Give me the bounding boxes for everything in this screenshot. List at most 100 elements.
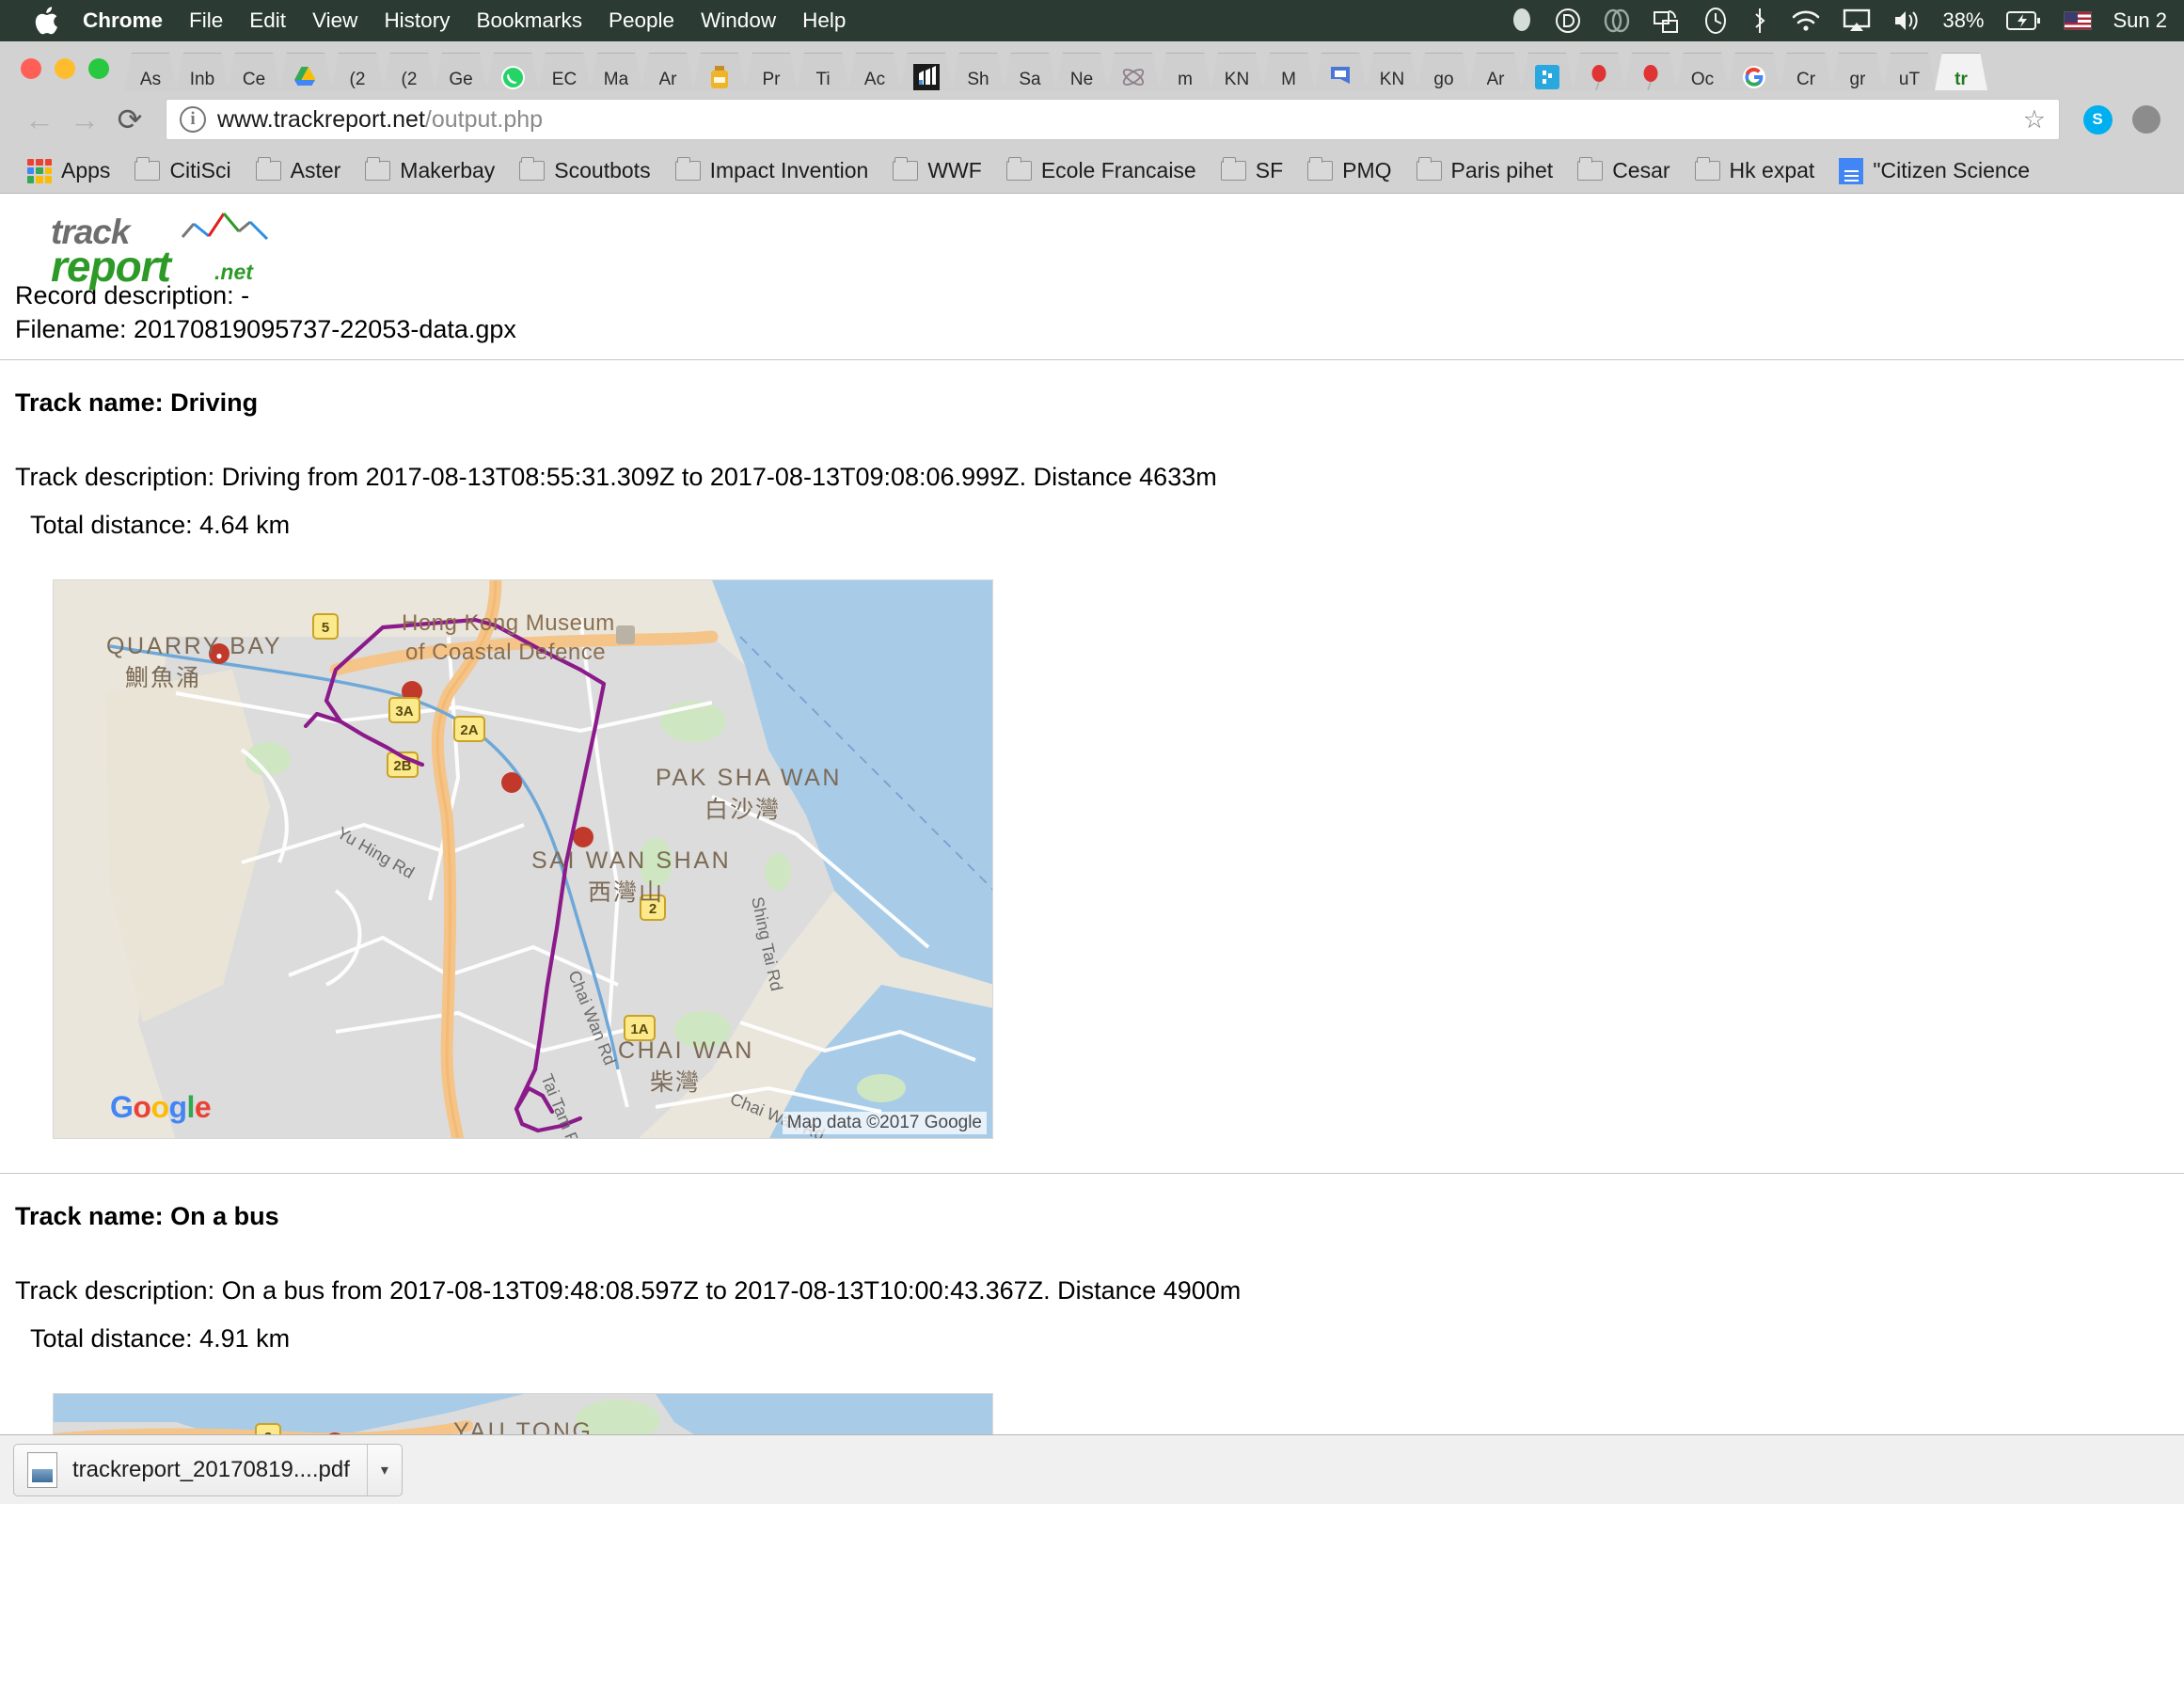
bookmark-makerbay[interactable]: Makerbay [353, 152, 507, 190]
bookmark-impact-invention[interactable]: Impact Invention [663, 152, 881, 190]
browser-tab-23[interactable] [1314, 53, 1367, 90]
browser-tab-19[interactable] [1107, 53, 1160, 90]
browser-tab-sh[interactable]: Sh [952, 53, 1005, 90]
apple-logo-icon[interactable] [34, 7, 58, 35]
track-total-distance-2: Total distance: 4.91 km [15, 1305, 2184, 1353]
menu-item-file[interactable]: File [189, 8, 223, 33]
browser-tab-inb[interactable]: Inb [176, 53, 229, 90]
bookmark-star-icon[interactable]: ☆ [2023, 105, 2046, 134]
menu-item-bookmarks[interactable]: Bookmarks [476, 8, 582, 33]
bookmark-pmq[interactable]: PMQ [1295, 152, 1403, 190]
battery-icon[interactable] [2006, 9, 2042, 32]
browser-tab-go[interactable]: go [1417, 53, 1470, 90]
forward-button[interactable]: → [62, 97, 107, 142]
browser-tab-3[interactable] [279, 53, 332, 90]
profile-avatar[interactable] [2126, 99, 2167, 140]
reload-button[interactable]: ⟳ [107, 97, 152, 142]
download-menu-caret-icon[interactable]: ▾ [367, 1445, 402, 1495]
address-bar[interactable]: i www.trackreport.net /output.php ☆ [166, 99, 2060, 140]
browser-tab-ac[interactable]: Ac [848, 53, 901, 90]
bookmark-cesar[interactable]: Cesar [1565, 152, 1682, 190]
browser-tab-m[interactable]: M [1262, 53, 1315, 90]
browser-tab-ma[interactable]: Ma [590, 53, 642, 90]
bluetooth-icon[interactable] [1750, 7, 1769, 35]
menu-item-window[interactable]: Window [701, 8, 776, 33]
screen-share-icon[interactable] [1653, 7, 1681, 35]
bookmark-scoutbots[interactable]: Scoutbots [507, 152, 662, 190]
creative-cloud-icon[interactable] [1603, 8, 1631, 34]
browser-tab-pr[interactable]: Pr [745, 53, 798, 90]
browser-tab-ce[interactable]: Ce [228, 53, 280, 90]
us-flag-icon[interactable] [2064, 11, 2092, 30]
blob-icon[interactable] [1511, 7, 1533, 35]
download-item[interactable]: trackreport_20170819....pdf ▾ [13, 1444, 403, 1496]
bookmark-ecole-francaise[interactable]: Ecole Francaise [994, 152, 1209, 190]
browser-tab-7[interactable] [486, 53, 539, 90]
browser-tab-ut[interactable]: uT [1883, 53, 1936, 90]
bookmark-aster[interactable]: Aster [244, 152, 354, 190]
browser-tab-ti[interactable]: Ti [797, 53, 849, 90]
browser-tab-31[interactable] [1728, 53, 1780, 90]
browser-tab-m[interactable]: m [1159, 53, 1211, 90]
tab-label: go [1433, 70, 1453, 89]
minimize-window-button[interactable] [55, 58, 75, 79]
browser-tab-ec[interactable]: EC [538, 53, 591, 90]
browser-tab-28[interactable] [1573, 53, 1625, 90]
clock-label[interactable]: Sun 2 [2113, 8, 2168, 33]
tab-strip: AsInbCe(2(2GeECMaArPrTiAcShSaNemKNMKNgoA… [0, 41, 2184, 90]
browser-tab-oc[interactable]: Oc [1676, 53, 1729, 90]
browser-tab-ge[interactable]: Ge [435, 53, 487, 90]
menu-item-chrome[interactable]: Chrome [83, 8, 163, 33]
bookmark-hk-expat[interactable]: Hk expat [1683, 152, 1828, 190]
bookmark-wwf[interactable]: WWF [880, 152, 993, 190]
bookmark-label: Cesar [1612, 158, 1670, 183]
dashlane-icon[interactable] [1555, 8, 1581, 34]
zoom-window-button[interactable] [88, 58, 109, 79]
browser-tab-ne[interactable]: Ne [1055, 53, 1108, 90]
browser-tab-ar[interactable]: Ar [1469, 53, 1522, 90]
browser-tab-27[interactable] [1521, 53, 1574, 90]
menu-item-view[interactable]: View [312, 8, 357, 33]
browser-tab-29[interactable] [1624, 53, 1677, 90]
menu-item-help[interactable]: Help [802, 8, 846, 33]
bookmark-apps[interactable]: Apps [15, 152, 122, 190]
bookmark-label: PMQ [1342, 158, 1391, 183]
menu-item-history[interactable]: History [384, 8, 450, 33]
browser-tab-tr[interactable]: tr [1935, 53, 1987, 90]
browser-tab-as[interactable]: As [124, 53, 177, 90]
browser-tab-cr[interactable]: Cr [1780, 53, 1832, 90]
bookmark-citizen-science[interactable]: "Citizen Science [1827, 152, 2042, 190]
tab-label: Pr [763, 70, 781, 89]
browser-tab-sa[interactable]: Sa [1004, 53, 1056, 90]
bookmark-citisci[interactable]: CitiSci [122, 152, 243, 190]
tab-label: Cr [1796, 70, 1815, 89]
close-window-button[interactable] [21, 58, 41, 79]
menu-item-edit[interactable]: Edit [249, 8, 286, 33]
time-machine-icon[interactable] [1702, 7, 1729, 35]
skype-extension-icon[interactable]: S [2077, 99, 2118, 140]
browser-tab-2[interactable]: (2 [331, 53, 384, 90]
browser-tab-11[interactable] [693, 53, 746, 90]
back-button[interactable]: ← [17, 97, 62, 142]
google-docs-icon [1839, 158, 1863, 184]
browser-tab-gr[interactable]: gr [1831, 53, 1884, 90]
bookmark-paris-pihet[interactable]: Paris pihet [1404, 152, 1566, 190]
browser-tab-kn[interactable]: KN [1366, 53, 1418, 90]
menu-item-people[interactable]: People [609, 8, 674, 33]
folder-icon [365, 161, 390, 181]
bookmark-label: CitiSci [169, 158, 230, 183]
airplay-icon[interactable] [1843, 8, 1871, 33]
info-icon[interactable]: i [180, 106, 206, 133]
browser-tab-15[interactable] [900, 53, 953, 90]
bookmark-sf[interactable]: SF [1209, 152, 1295, 190]
apps-grid-icon [27, 159, 52, 183]
bookmarks-bar: Apps CitiSci AsterMakerbayScoutbotsImpact … [0, 149, 2184, 194]
wifi-icon[interactable] [1791, 8, 1821, 33]
browser-tab-kn[interactable]: KN [1211, 53, 1263, 90]
track-map-driving[interactable]: ● 5 3A 2A 2B 2 1A [53, 579, 993, 1139]
browser-tab-2[interactable]: (2 [383, 53, 435, 90]
browser-tab-ar[interactable]: Ar [641, 53, 694, 90]
volume-icon[interactable] [1892, 8, 1921, 33]
whatsapp-icon [499, 63, 527, 90]
site-logo[interactable]: track report .net [0, 194, 2184, 278]
